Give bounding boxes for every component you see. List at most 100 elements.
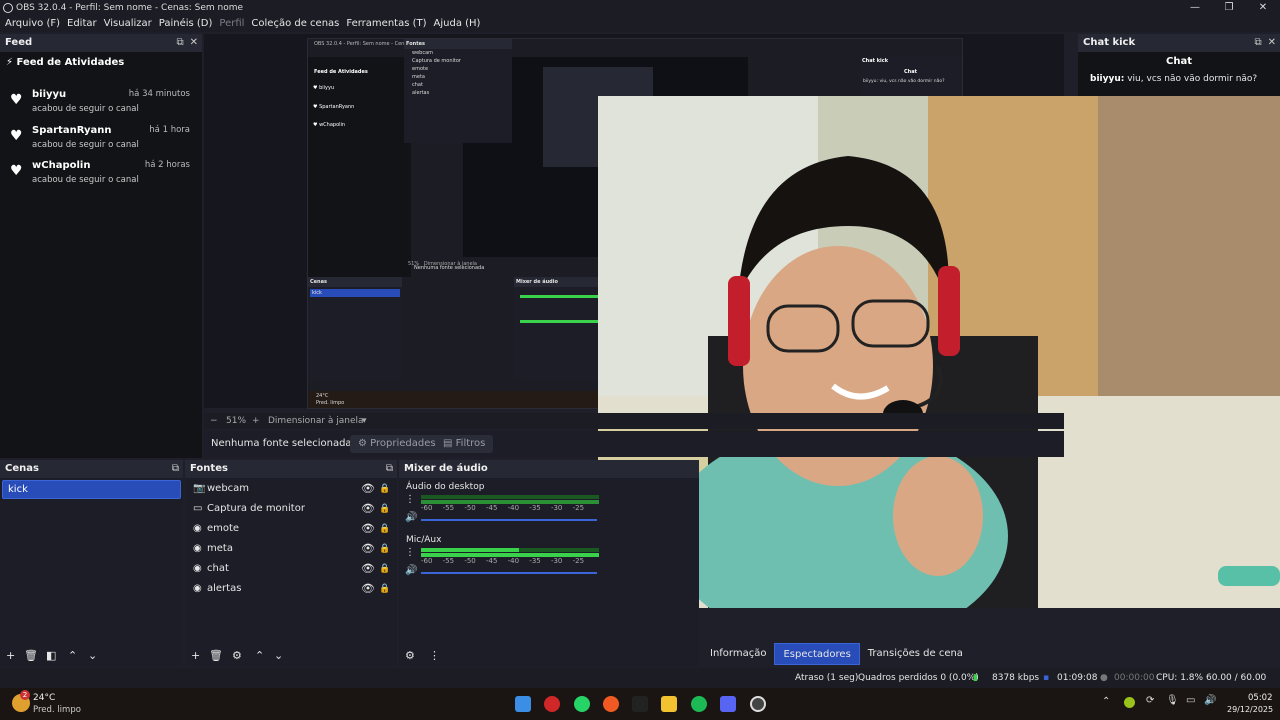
volume-slider-desktop[interactable] bbox=[421, 519, 597, 521]
lock-icon[interactable]: 🔒 bbox=[379, 539, 390, 559]
undock-icon[interactable]: ⧉ bbox=[176, 37, 183, 48]
flash-app-icon[interactable] bbox=[603, 696, 619, 712]
move-up-button[interactable]: ⌃ bbox=[68, 646, 77, 666]
scene-item-kick[interactable]: kick bbox=[2, 480, 181, 499]
menu-editar[interactable]: Editar bbox=[67, 16, 97, 32]
close-button[interactable]: ✕ bbox=[1246, 0, 1280, 16]
properties-button[interactable]: ⚙ Propriedades bbox=[350, 435, 444, 453]
move-down-button[interactable]: ⌄ bbox=[274, 646, 283, 666]
tray-sync-icon[interactable]: ⟳ bbox=[1146, 695, 1154, 706]
undock-icon[interactable]: ⧉ bbox=[386, 463, 393, 474]
source-context-bar: Nenhuma fonte selecionada ⚙ Propriedades… bbox=[204, 431, 1064, 457]
menu-paineis[interactable]: Painéis (D) bbox=[159, 16, 213, 32]
advanced-audio-button[interactable]: ⚙ bbox=[405, 646, 415, 666]
menu-colecao-cenas[interactable]: Coleção de cenas bbox=[251, 16, 339, 32]
tray-app-icon[interactable] bbox=[1124, 697, 1135, 708]
obs-taskbar-icon[interactable] bbox=[750, 696, 766, 712]
clock-date[interactable]: 29/12/2025 bbox=[1227, 705, 1273, 714]
feed-time: há 2 horas bbox=[144, 160, 190, 170]
lock-icon[interactable]: 🔒 bbox=[379, 579, 390, 599]
nested-mixer: Mixer de áudio bbox=[514, 277, 604, 381]
tab-informacao[interactable]: Informação bbox=[702, 643, 774, 665]
zoom-mode-select[interactable]: Dimensionar à janela bbox=[268, 413, 364, 429]
lock-icon[interactable]: 🔒 bbox=[379, 559, 390, 579]
lock-icon[interactable]: 🔒 bbox=[379, 479, 390, 499]
zoom-in-button[interactable]: + bbox=[252, 413, 260, 429]
status-bar: Atraso (1 seg) Quadros perdidos 0 (0.0%)… bbox=[0, 668, 1280, 703]
live-icon: ▪ bbox=[1043, 673, 1050, 683]
network-icon[interactable]: ▭ bbox=[1186, 695, 1195, 706]
menu-visualizar[interactable]: Visualizar bbox=[104, 16, 152, 32]
windows-start-icon[interactable] bbox=[515, 696, 531, 712]
spotify-icon[interactable] bbox=[691, 696, 707, 712]
track-menu-button[interactable]: ⋮ bbox=[405, 547, 415, 558]
eye-icon[interactable]: 👁 bbox=[361, 579, 375, 599]
eye-icon[interactable]: 👁 bbox=[361, 519, 375, 539]
add-source-button[interactable]: + bbox=[191, 646, 200, 666]
scene-filters-button[interactable]: ◧ bbox=[46, 646, 56, 666]
remove-source-button[interactable]: 🗑 bbox=[209, 646, 223, 666]
track-mic-name: Mic/Aux bbox=[406, 535, 442, 545]
menu-arquivo[interactable]: Arquivo (F) bbox=[5, 16, 60, 32]
tab-transicoes[interactable]: Transições de cena bbox=[860, 643, 971, 665]
undock-icon[interactable]: ⧉ bbox=[1254, 37, 1261, 48]
menu-perfil[interactable]: Perfil bbox=[219, 16, 244, 32]
tray-chevron-icon[interactable]: ⌃ bbox=[1102, 696, 1110, 707]
feed-action: acabou de seguir o canal bbox=[32, 175, 139, 185]
mixer-menu-button[interactable]: ⋮ bbox=[429, 646, 440, 666]
track-menu-button[interactable]: ⋮ bbox=[405, 494, 415, 505]
tab-espectadores[interactable]: Espectadores bbox=[774, 643, 860, 665]
sources-dock: Fontes ⧉ 📷 webcam 👁 🔒 ▭ Captura de monit… bbox=[185, 460, 397, 666]
dock-tabs: Informação Espectadores Transições de ce… bbox=[702, 643, 971, 665]
remove-scene-button[interactable]: 🗑 bbox=[24, 646, 38, 666]
minimize-button[interactable]: — bbox=[1178, 0, 1212, 16]
menu-ferramentas[interactable]: Ferramentas (T) bbox=[346, 16, 426, 32]
feed-dock-header: Feed ⧉ ✕ bbox=[0, 34, 202, 52]
file-explorer-icon[interactable] bbox=[661, 696, 677, 712]
undock-icon[interactable]: ⧉ bbox=[172, 463, 179, 474]
chat-dock-header: Chat kick ⧉ ✕ bbox=[1078, 34, 1280, 52]
volume-icon[interactable]: 🔊 bbox=[1204, 695, 1216, 706]
mic-icon[interactable]: 🎙 bbox=[1166, 695, 1179, 706]
feed-item: ♥ wChapolin há 2 horas acabou de seguir … bbox=[10, 160, 200, 190]
heart-icon: ♥ bbox=[10, 92, 23, 108]
eye-icon[interactable]: 👁 bbox=[361, 559, 375, 579]
filters-button[interactable]: ▤ Filtros bbox=[435, 435, 494, 453]
source-item[interactable]: ◉ meta 👁 🔒 bbox=[185, 539, 397, 559]
lock-icon[interactable]: 🔒 bbox=[379, 499, 390, 519]
move-down-button[interactable]: ⌄ bbox=[88, 646, 97, 666]
source-item[interactable]: ▭ Captura de monitor 👁 🔒 bbox=[185, 499, 397, 519]
close-icon[interactable]: ✕ bbox=[190, 37, 198, 48]
chevron-down-icon[interactable]: ▾ bbox=[362, 413, 367, 429]
chat-heading: Chat bbox=[1166, 56, 1192, 67]
source-item[interactable]: ◉ alertas 👁 🔒 bbox=[185, 579, 397, 599]
audio-mixer-dock: Mixer de áudio Áudio do desktop ⋮ -60 -5… bbox=[399, 460, 699, 666]
add-scene-button[interactable]: + bbox=[6, 646, 15, 666]
menu-ajuda[interactable]: Ajuda (H) bbox=[434, 16, 481, 32]
zoom-out-button[interactable]: − bbox=[210, 413, 218, 429]
speaker-icon[interactable]: 🔊 bbox=[405, 565, 417, 576]
lock-icon[interactable]: 🔒 bbox=[379, 519, 390, 539]
feed-user: biiyyu bbox=[32, 89, 67, 100]
discord-icon[interactable] bbox=[720, 696, 736, 712]
heart-icon: ♥ bbox=[10, 128, 23, 144]
clock-time[interactable]: 05:02 bbox=[1248, 693, 1273, 703]
source-item[interactable]: ◉ emote 👁 🔒 bbox=[185, 519, 397, 539]
scenes-dock: Cenas ⧉ kick + 🗑 ◧ ⌃ ⌄ bbox=[0, 460, 183, 666]
whatsapp-icon[interactable] bbox=[574, 696, 590, 712]
source-item[interactable]: ◉ chat 👁 🔒 bbox=[185, 559, 397, 579]
feed-item: ♥ SpartanRyann há 1 hora acabou de segui… bbox=[10, 125, 200, 155]
source-item[interactable]: 📷 webcam 👁 🔒 bbox=[185, 479, 397, 499]
speaker-icon[interactable]: 🔊 bbox=[405, 512, 417, 523]
app-icon[interactable] bbox=[632, 696, 648, 712]
maximize-button[interactable]: ❐ bbox=[1212, 0, 1246, 16]
weather-desc: Pred. limpo bbox=[33, 705, 81, 715]
source-properties-button[interactable]: ⚙ bbox=[232, 646, 242, 666]
move-up-button[interactable]: ⌃ bbox=[255, 646, 264, 666]
eye-icon[interactable]: 👁 bbox=[361, 539, 375, 559]
eye-icon[interactable]: 👁 bbox=[361, 499, 375, 519]
eye-icon[interactable]: 👁 bbox=[361, 479, 375, 499]
volume-slider-mic[interactable] bbox=[421, 572, 597, 574]
close-icon[interactable]: ✕ bbox=[1268, 37, 1276, 48]
opera-icon[interactable] bbox=[544, 696, 560, 712]
